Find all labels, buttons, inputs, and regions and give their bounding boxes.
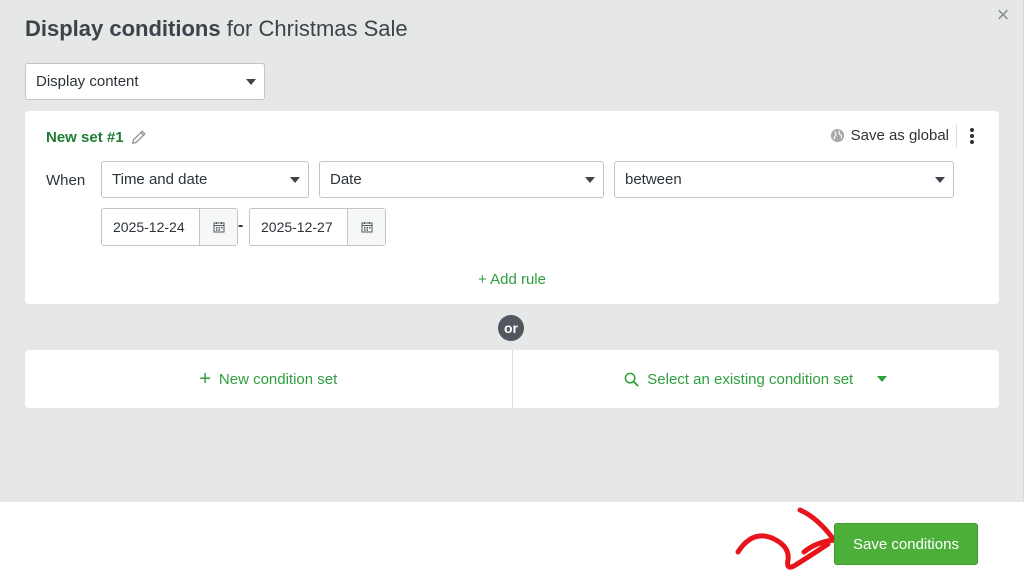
save-as-global-button[interactable]: Save as global [830, 127, 949, 144]
rule-operator-select[interactable]: between [614, 161, 954, 198]
plus-icon: + [199, 368, 211, 390]
chevron-down-icon [877, 376, 888, 382]
new-condition-set-button[interactable]: + New condition set [25, 350, 512, 408]
date-to-field[interactable]: 2025-12-27 [249, 208, 386, 246]
new-condition-set-label: New condition set [218, 370, 338, 388]
chevron-down-icon [585, 177, 595, 183]
rule-operator-value: between [625, 171, 682, 188]
rule-subfield-select[interactable]: Date [319, 161, 604, 198]
or-badge: or [498, 315, 524, 341]
condition-set-actions: + New condition set Select an existing c… [25, 350, 999, 408]
modal-title: Display conditions for Christmas Sale [25, 16, 408, 42]
modal-body: Display conditions for Christmas Sale × … [0, 0, 1024, 502]
add-rule-link[interactable]: + Add rule [25, 271, 999, 288]
search-icon [624, 372, 639, 386]
condition-set-name: New set #1 [46, 128, 148, 146]
date-range-separator: - [238, 217, 244, 234]
chevron-down-icon [246, 79, 256, 85]
date-to-input[interactable]: 2025-12-27 [250, 209, 347, 245]
kebab-menu-icon[interactable] [967, 125, 977, 147]
divider [956, 125, 957, 147]
modal-title-rest: for Christmas Sale [220, 16, 408, 41]
pencil-icon[interactable] [130, 128, 148, 146]
date-from-input[interactable]: 2025-12-24 [102, 209, 199, 245]
modal-title-bold: Display conditions [25, 16, 221, 41]
globe-icon [830, 128, 844, 143]
when-label: When [46, 172, 86, 189]
calendar-icon[interactable] [347, 209, 385, 245]
date-from-field[interactable]: 2025-12-24 [101, 208, 238, 246]
save-as-global-label: Save as global [850, 127, 949, 144]
condition-set-card: New set #1 Save as global When Time and … [25, 111, 999, 304]
arrow-annotation [735, 507, 837, 570]
rule-subfield-value: Date [330, 171, 362, 188]
chevron-down-icon [935, 177, 945, 183]
condition-set-name-label: New set #1 [46, 128, 124, 146]
chevron-down-icon [290, 177, 300, 183]
select-existing-condition-set-button[interactable]: Select an existing condition set [511, 350, 1000, 408]
save-conditions-button[interactable]: Save conditions [834, 523, 978, 565]
select-existing-label: Select an existing condition set [647, 370, 854, 388]
display-content-select-value: Display content [36, 73, 139, 90]
close-icon[interactable]: × [991, 4, 1015, 28]
calendar-icon[interactable] [199, 209, 237, 245]
rule-field-value: Time and date [112, 171, 208, 188]
rule-field-select[interactable]: Time and date [101, 161, 309, 198]
display-content-select[interactable]: Display content [25, 63, 265, 100]
